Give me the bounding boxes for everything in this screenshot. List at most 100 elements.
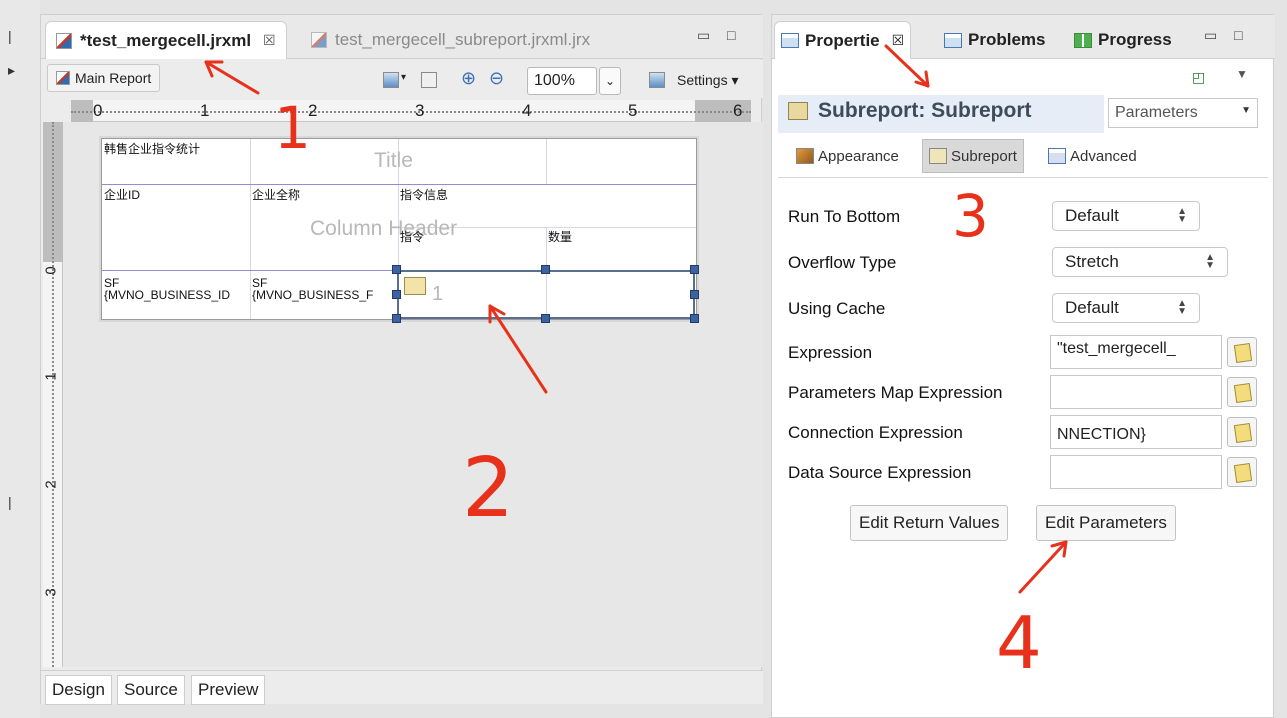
tab-progress[interactable]: Progress bbox=[1068, 21, 1178, 59]
edit-data-source-icon[interactable] bbox=[1227, 457, 1257, 487]
column-header-band[interactable]: Column Header 企业ID 企业全称 指令信息 指令 数量 bbox=[102, 185, 696, 271]
subtab-subreport[interactable]: Subreport bbox=[922, 139, 1024, 173]
combo-value: Stretch bbox=[1065, 252, 1119, 271]
zoom-in-icon[interactable]: ⊕ bbox=[461, 68, 476, 89]
tab-label: Progress bbox=[1098, 30, 1172, 49]
header-enterprise-name[interactable]: 企业全称 bbox=[252, 189, 300, 202]
resize-handle[interactable] bbox=[541, 314, 550, 323]
grid-line bbox=[546, 139, 547, 184]
resize-handle[interactable] bbox=[541, 265, 550, 274]
maximize-icon[interactable]: □ bbox=[727, 27, 735, 43]
properties-tab-bar: Propertie ☒ Problems Progress ▭ □ bbox=[772, 15, 1275, 59]
header-cmd-info[interactable]: 指令信息 bbox=[400, 189, 448, 202]
minimize-icon[interactable]: ▭ bbox=[697, 27, 710, 44]
tab-properties[interactable]: Propertie ☒ bbox=[774, 21, 912, 59]
view-menu-icon[interactable]: ▼ bbox=[1236, 67, 1248, 81]
subtab-appearance[interactable]: Appearance bbox=[790, 139, 905, 173]
maximize-icon[interactable]: □ bbox=[1234, 27, 1242, 43]
header-cmd[interactable]: 指令 bbox=[400, 231, 424, 244]
parameters-map-expression-field[interactable] bbox=[1050, 375, 1222, 409]
label-expression: Expression bbox=[788, 343, 873, 362]
title-text-field[interactable]: 韩售企业指令统计 bbox=[104, 143, 200, 156]
zoom-dropdown-icon[interactable]: ⌄ bbox=[599, 67, 621, 95]
connection-expression-field[interactable]: NNECTION} bbox=[1050, 415, 1222, 449]
grid-icon[interactable] bbox=[421, 72, 437, 88]
settings-menu[interactable]: Settings ▾ bbox=[677, 72, 739, 89]
problems-icon bbox=[944, 32, 962, 48]
grid-line bbox=[250, 185, 251, 270]
overflow-type-select[interactable]: Stretch ▲ ▼ bbox=[1052, 247, 1228, 277]
ruler-number: 1 bbox=[200, 101, 210, 120]
tab-design[interactable]: Design bbox=[45, 675, 112, 705]
appearance-icon bbox=[796, 148, 814, 164]
ruler-number: 3 bbox=[42, 588, 60, 597]
subreport-icon bbox=[929, 148, 947, 164]
header-count[interactable]: 数量 bbox=[548, 231, 572, 244]
header-enterprise-id[interactable]: 企业ID bbox=[104, 189, 140, 202]
section-select[interactable]: Parameters ▼ bbox=[1108, 98, 1258, 128]
tab-source[interactable]: Source bbox=[117, 675, 185, 705]
tab-test-mergecell-subreport[interactable]: test_mergecell_subreport.jrxml.jrx bbox=[301, 21, 600, 59]
vertical-ruler: 0 1 2 3 bbox=[43, 122, 63, 667]
tab-label: *test_mergecell.jrxml bbox=[80, 30, 252, 50]
label-parameters-map-expression: Parameters Map Expression bbox=[788, 383, 1003, 402]
minimize-icon[interactable]: ▭ bbox=[1204, 27, 1217, 44]
field-mvno-business-f[interactable]: {MVNO_BUSINESS_F bbox=[252, 289, 373, 302]
jrxml-file-icon bbox=[311, 32, 327, 48]
title-band-label: Title bbox=[374, 149, 413, 172]
spinner-icon: ▲ ▼ bbox=[1177, 298, 1187, 317]
tab-label: Problems bbox=[968, 30, 1046, 49]
resize-handle[interactable] bbox=[392, 314, 401, 323]
subtab-advanced[interactable]: Advanced bbox=[1042, 139, 1143, 173]
run-to-bottom-select[interactable]: Default ▲ ▼ bbox=[1052, 201, 1200, 231]
editor-tab-bar: *test_mergecell.jrxml ☒ test_mergecell_s… bbox=[41, 15, 763, 59]
label-connection-expression: Connection Expression bbox=[788, 423, 963, 442]
ruler-number: 4 bbox=[522, 101, 532, 120]
using-cache-select[interactable]: Default ▲ ▼ bbox=[1052, 293, 1200, 323]
main-report-button[interactable]: Main Report bbox=[47, 64, 161, 92]
edit-parameters-map-icon[interactable] bbox=[1227, 377, 1257, 407]
new-view-icon[interactable]: ◰ bbox=[1192, 69, 1205, 86]
resize-handle[interactable] bbox=[690, 314, 699, 323]
field-mvno-business-id[interactable]: {MVNO_BUSINESS_ID bbox=[104, 289, 230, 302]
properties-title-text: Subreport: Subreport bbox=[818, 99, 1032, 122]
subreport-element-selected[interactable] bbox=[397, 270, 695, 319]
edit-return-values-button[interactable]: Edit Return Values bbox=[850, 505, 1009, 541]
resize-handle[interactable] bbox=[392, 290, 401, 299]
settings-icon[interactable] bbox=[649, 72, 665, 88]
edit-connection-icon[interactable] bbox=[1227, 417, 1257, 447]
expression-field[interactable]: "test_mergecell_ bbox=[1050, 335, 1222, 369]
chevron-down-icon[interactable]: ▾ bbox=[401, 72, 406, 83]
report-design[interactable]: Title 韩售企业指令统计 Column Header 企业ID 企业全称 指… bbox=[101, 138, 699, 323]
edit-parameters-button[interactable]: Edit Parameters bbox=[1036, 505, 1176, 541]
edit-expression-icon[interactable] bbox=[1227, 337, 1257, 367]
main-report-label: Main Report bbox=[75, 70, 152, 86]
close-tab-icon[interactable]: ☒ bbox=[263, 32, 276, 49]
combo-value: Default bbox=[1065, 298, 1119, 317]
resize-handle[interactable] bbox=[392, 265, 401, 274]
data-source-expression-field[interactable] bbox=[1050, 455, 1222, 489]
ruler-ticks bbox=[71, 111, 751, 113]
zoom-level-field[interactable]: 100% bbox=[527, 67, 597, 95]
report-icon bbox=[56, 71, 70, 85]
combo-value: Default bbox=[1065, 206, 1119, 225]
tab-preview[interactable]: Preview bbox=[191, 675, 266, 705]
section-select-value: Parameters bbox=[1115, 104, 1198, 121]
close-tab-icon[interactable]: ☒ bbox=[892, 32, 905, 49]
subreport-icon bbox=[404, 277, 426, 295]
resize-handle[interactable] bbox=[690, 265, 699, 274]
ruler-number: 5 bbox=[628, 101, 638, 120]
tab-test-mergecell[interactable]: *test_mergecell.jrxml ☒ bbox=[45, 21, 287, 59]
tab-problems[interactable]: Problems bbox=[938, 21, 1051, 59]
subreport-icon bbox=[788, 102, 808, 120]
left-side-strip: | ▸ | bbox=[0, 0, 40, 718]
resize-handle[interactable] bbox=[690, 290, 699, 299]
title-band[interactable]: Title 韩售企业指令统计 bbox=[102, 139, 696, 185]
grid-line bbox=[250, 271, 251, 319]
column-header-band-label: Column Header bbox=[310, 217, 458, 240]
report-editor: *test_mergecell.jrxml ☒ test_mergecell_s… bbox=[40, 14, 763, 705]
ruler-number: 1 bbox=[42, 372, 60, 381]
side-marker: | bbox=[8, 494, 12, 510]
zoom-out-icon[interactable]: ⊖ bbox=[489, 68, 504, 89]
layout-icon[interactable] bbox=[383, 72, 399, 88]
